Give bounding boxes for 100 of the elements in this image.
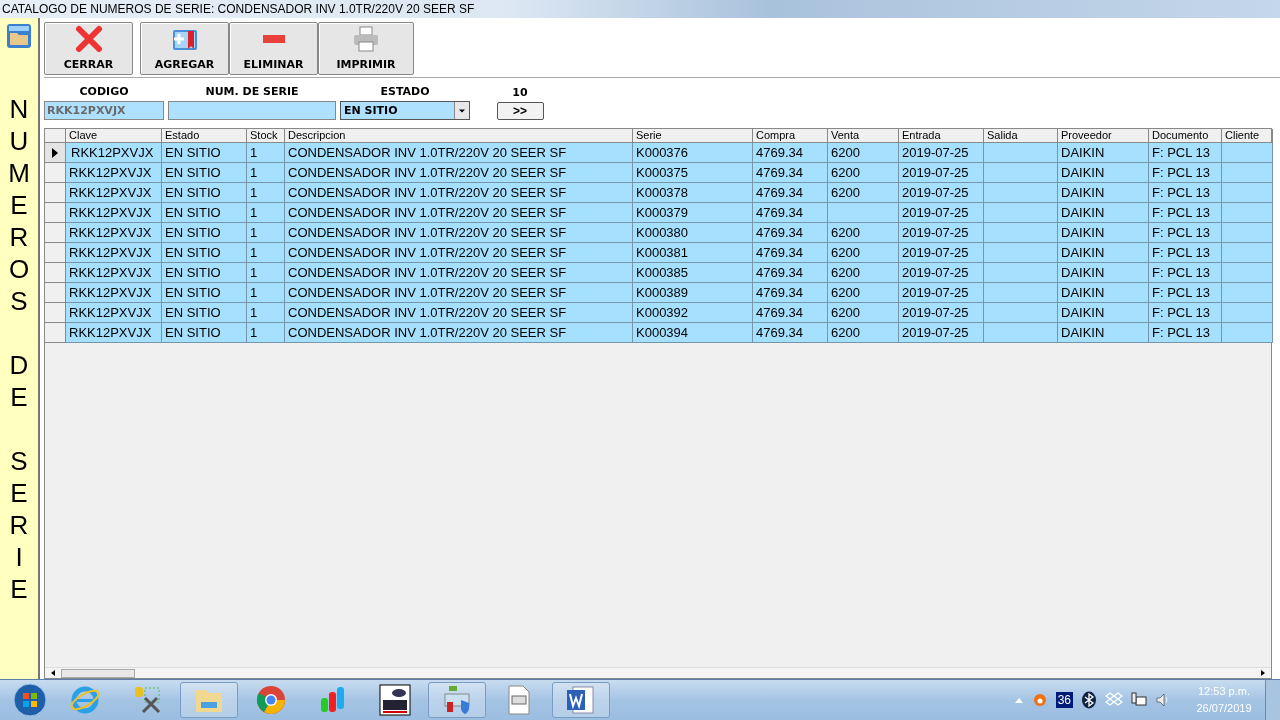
table-cell: 2019-07-25 (899, 303, 984, 323)
network-icon[interactable] (1131, 692, 1147, 708)
vertical-title: NUMEROS DE SERIE (8, 93, 30, 605)
table-cell: CONDENSADOR INV 1.0TR/220V 20 SEER SF (285, 323, 633, 343)
table-cell: DAIKIN (1058, 203, 1149, 223)
table-cell: F: PCL 13 (1149, 223, 1222, 243)
table-cell: F: PCL 13 (1149, 323, 1222, 343)
table-cell: EN SITIO (162, 143, 247, 163)
table-cell: RKK12PXVJX (66, 263, 162, 283)
table-cell: CONDENSADOR INV 1.0TR/220V 20 SEER SF (285, 203, 633, 223)
table-cell: DAIKIN (1058, 223, 1149, 243)
table-cell: F: PCL 13 (1149, 163, 1222, 183)
table-cell: F: PCL 13 (1149, 263, 1222, 283)
scroll-left-icon (49, 669, 57, 677)
table-cell: 6200 (828, 303, 899, 323)
table-cell: CONDENSADOR INV 1.0TR/220V 20 SEER SF (285, 163, 633, 183)
table-cell: K000378 (633, 183, 753, 203)
table-cell: 2019-07-25 (899, 263, 984, 283)
table-cell: F: PCL 13 (1149, 203, 1222, 223)
table-cell: RKK12PXVJX (66, 163, 162, 183)
table-cell: 2019-07-25 (899, 163, 984, 183)
table-cell: CONDENSADOR INV 1.0TR/220V 20 SEER SF (285, 283, 633, 303)
field-label: CODIGO (79, 85, 129, 99)
table-cell: EN SITIO (162, 223, 247, 243)
dropbox-icon[interactable] (1105, 692, 1123, 708)
table-cell: 4769.34 (753, 223, 828, 243)
record-count: 10 (512, 86, 528, 100)
table-cell: 1 (247, 223, 285, 243)
table-cell: 4769.34 (753, 143, 828, 163)
table-cell: CONDENSADOR INV 1.0TR/220V 20 SEER SF (285, 223, 633, 243)
table-cell: DAIKIN (1058, 263, 1149, 283)
table-cell: K000379 (633, 203, 753, 223)
table-cell: K000389 (633, 283, 753, 303)
table-cell: K000380 (633, 223, 753, 243)
toolbar-button[interactable]: AGREGAR (140, 22, 229, 75)
window-title: CATALOGO DE NUMEROS DE SERIE: CONDENSADOR INV 1.0TR/220V 20 SEER SF (0, 0, 1280, 18)
tray-badge[interactable]: 36 (1055, 692, 1073, 708)
table-cell: RKK12PXVJX (66, 203, 162, 223)
table-cell: CONDENSADOR INV 1.0TR/220V 20 SEER SF (285, 303, 633, 323)
scroll-right-icon (1259, 669, 1267, 677)
folder-window-icon (6, 23, 32, 49)
serial-number-field[interactable] (168, 101, 336, 120)
horizontal-scrollbar[interactable] (45, 667, 1271, 678)
table-cell: DAIKIN (1058, 183, 1149, 203)
next-button[interactable]: >> (496, 102, 544, 120)
table-cell: 4769.34 (753, 283, 828, 303)
table-cell: 4769.34 (753, 263, 828, 283)
table-cell: DAIKIN (1058, 243, 1149, 263)
table-cell: EN SITIO (162, 163, 247, 183)
table-cell: 2019-07-25 (899, 243, 984, 263)
toolbar-button[interactable]: IMPRIMIR (318, 22, 414, 75)
table-cell: 4769.34 (753, 323, 828, 343)
table-cell: K000385 (633, 263, 753, 283)
table-cell: EN SITIO (162, 243, 247, 263)
table-cell: 1 (247, 323, 285, 343)
table-cell: 6200 (828, 263, 899, 283)
row-selector[interactable] (45, 143, 66, 163)
table-cell: 1 (247, 263, 285, 283)
table-cell: EN SITIO (162, 303, 247, 323)
table-cell: DAIKIN (1058, 143, 1149, 163)
table-cell: 1 (247, 203, 285, 223)
table-cell: CONDENSADOR INV 1.0TR/220V 20 SEER SF (285, 263, 633, 283)
table-cell: 6200 (828, 183, 899, 203)
table-cell: DAIKIN (1058, 163, 1149, 183)
table-cell: EN SITIO (162, 323, 247, 343)
bluetooth-icon[interactable] (1081, 691, 1097, 709)
table-cell: 6200 (828, 223, 899, 243)
table-cell: 2019-07-25 (899, 143, 984, 163)
table-cell: K000394 (633, 323, 753, 343)
show-desktop-button[interactable] (1265, 680, 1280, 720)
browser-circle-icon[interactable] (255, 684, 287, 716)
table-cell: F: PCL 13 (1149, 243, 1222, 263)
table-cell: RKK12PXVJX (66, 183, 162, 203)
table-cell: 4769.34 (753, 303, 828, 323)
toolbar-button[interactable]: ELIMINAR (229, 22, 318, 75)
table-cell: F: PCL 13 (1149, 303, 1222, 323)
remote-desktop-icon[interactable] (379, 684, 411, 716)
show-hidden-icons-icon[interactable] (1013, 696, 1024, 704)
table-cell: EN SITIO (162, 263, 247, 283)
table-cell: RKK12PXVJX (66, 303, 162, 323)
table-cell: RKK12PXVJX (66, 283, 162, 303)
toolbar-button[interactable]: CERRAR (44, 22, 133, 75)
taskbar-button[interactable] (428, 682, 486, 718)
table-cell: CONDENSADOR INV 1.0TR/220V 20 SEER SF (285, 183, 633, 203)
minus-icon (262, 35, 285, 43)
status-dropdown[interactable]: EN SITIO (340, 101, 470, 120)
browser-e-icon[interactable] (69, 684, 101, 716)
table-cell: K000381 (633, 243, 753, 263)
table-cell: 2019-07-25 (899, 203, 984, 223)
table-cell: K000375 (633, 163, 753, 183)
table-cell: 1 (247, 163, 285, 183)
antivirus-tray-icon[interactable] (1031, 692, 1048, 708)
volume-icon[interactable] (1155, 692, 1171, 708)
table-cell: EN SITIO (162, 183, 247, 203)
table-cell: F: PCL 13 (1149, 143, 1222, 163)
printer-icon (352, 25, 380, 53)
table-cell: K000392 (633, 303, 753, 323)
table-cell: RKK12PXVJX (66, 243, 162, 263)
taskbar-button[interactable] (552, 682, 610, 718)
table-cell: EN SITIO (162, 203, 247, 223)
